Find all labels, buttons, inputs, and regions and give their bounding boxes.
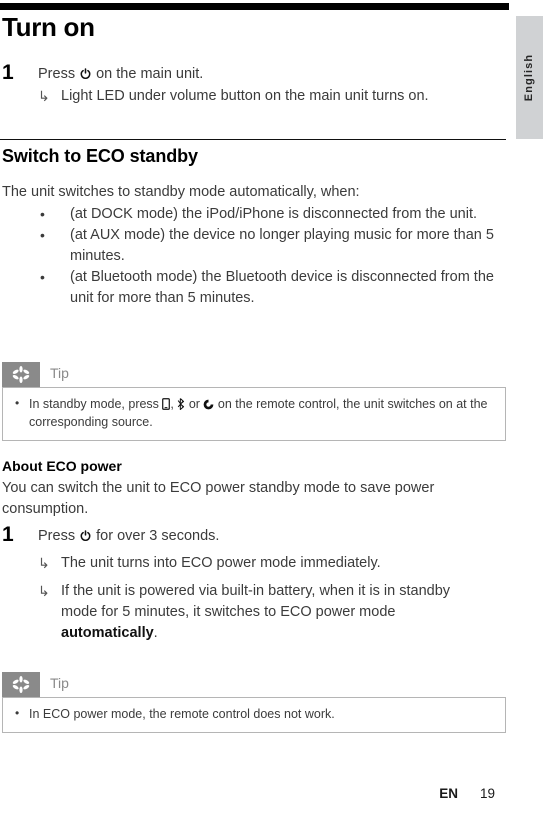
arrow-icon: ↳ (38, 583, 50, 599)
step-text-eco-power: Press for over 3 seconds. (38, 528, 220, 544)
result-text-turn-on: Light LED under volume button on the mai… (61, 88, 429, 104)
bullet-icon: • (15, 706, 20, 720)
tip-text: In ECO power mode, the remote control do… (29, 707, 335, 721)
list-item: • (at DOCK mode) the iPod/iPhone is disc… (2, 204, 502, 225)
result-text-eco-immediate: The unit turns into ECO power mode immed… (61, 555, 381, 571)
section-divider (0, 139, 506, 140)
page-footer: EN 19 (439, 786, 495, 801)
result-row-eco-immediate: ↳ The unit turns into ECO power mode imm… (38, 553, 500, 574)
arrow-icon: ↳ (38, 88, 50, 104)
tip-body: • In ECO power mode, the remote control d… (2, 697, 506, 733)
step-number-eco-power: 1 (2, 523, 14, 546)
tip-line: • In ECO power mode, the remote control d… (13, 705, 495, 723)
intro-about-eco-power: You can switch the unit to ECO power sta… (2, 480, 435, 517)
heading-about-eco-power: About ECO power (2, 458, 122, 474)
result-row-eco-battery: ↳ If the unit is powered via built-in ba… (38, 581, 490, 644)
bullet-list-eco-standby: • (at DOCK mode) the iPod/iPhone is disc… (2, 204, 502, 309)
footer-page-number: 19 (479, 786, 495, 801)
page-title-turn-on: Turn on (2, 12, 95, 42)
language-tab: English (516, 16, 543, 139)
heading-eco-standby: Switch to ECO standby (2, 146, 198, 166)
result-text-eco-battery: If the unit is powered via built-in batt… (61, 583, 451, 641)
result-row-turn-on: ↳ Light LED under volume button on the m… (38, 86, 500, 107)
step-text-turn-on: Press on the main unit. (38, 66, 204, 82)
language-tab-label: English (523, 53, 535, 102)
tip-title: Tip (50, 365, 69, 381)
list-item: • (at AUX mode) the device no longer pla… (2, 225, 502, 267)
tip-title: Tip (50, 675, 69, 691)
intro-eco-standby: The unit switches to standby mode automa… (2, 184, 360, 200)
bullet-icon: • (40, 227, 45, 243)
bullet-icon: • (15, 396, 20, 410)
bullet-icon: • (40, 206, 45, 222)
asterisk-icon (2, 672, 40, 697)
tip-line: • In standby mode, press , or on the remo… (15, 396, 488, 429)
asterisk-icon (2, 362, 40, 387)
arrow-icon: ↳ (38, 555, 50, 571)
emphasis-automatically: automatically (61, 625, 154, 641)
aux-icon (203, 399, 214, 410)
tip-body: • In standby mode, press , or on the remo… (2, 387, 506, 441)
tip-box-eco-power: Tip • In ECO power mode, the remote contr… (2, 672, 506, 733)
tip-box-standby: Tip • In standby mode, press , or on the … (2, 362, 506, 441)
tip-header: Tip (2, 672, 506, 697)
page-content: Turn on 1 Press on the main unit. ↳ Ligh… (0, 0, 509, 815)
list-item: • (at Bluetooth mode) the Bluetooth devi… (2, 267, 502, 309)
step-number-turn-on: 1 (2, 61, 14, 84)
tip-header: Tip (2, 362, 506, 387)
list-item-text: (at DOCK mode) the iPod/iPhone is discon… (70, 206, 478, 222)
list-item-text: (at AUX mode) the device no longer playi… (70, 227, 494, 264)
power-icon (79, 529, 92, 542)
bullet-icon: • (40, 269, 45, 285)
footer-language-code: EN (439, 786, 458, 801)
list-item-text: (at Bluetooth mode) the Bluetooth device… (70, 269, 494, 306)
power-icon (79, 67, 92, 80)
